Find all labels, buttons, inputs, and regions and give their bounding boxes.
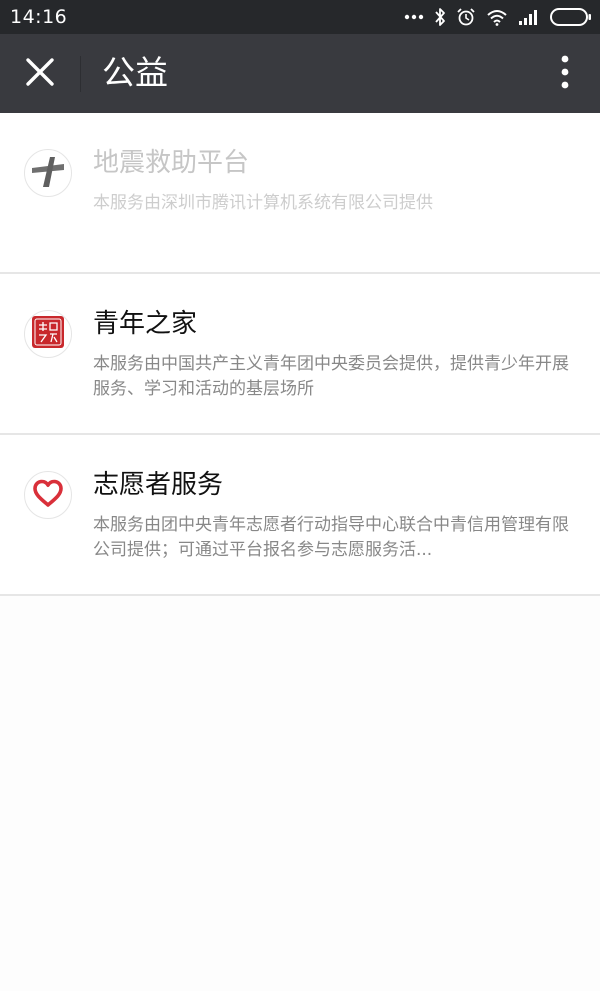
youth-home-logo (24, 310, 72, 358)
more-dots-icon (404, 13, 424, 21)
service-item-earthquake-relief[interactable]: 地震救助平台 本服务由深圳市腾讯计算机系统有限公司提供 (0, 113, 600, 274)
service-description: 本服务由深圳市腾讯计算机系统有限公司提供 (93, 193, 433, 213)
service-description: 本服务由团中央青年志愿者行动指导中心联合中青信用管理有限公司提供；可通过平台报名… (93, 515, 569, 560)
service-description: 本服务由中国共产主义青年团中央委员会提供，提供青少年开展服务、学习和活动的基层场… (93, 354, 569, 399)
youth-home-icon (32, 316, 64, 352)
alarm-icon (456, 7, 476, 27)
earthquake-relief-icon (28, 151, 68, 195)
title-divider (80, 56, 81, 92)
screen: 14:16 公益 地震救助平台 本服务由深圳市腾讯计算机系统有限公司提供 青年之… (0, 0, 600, 991)
more-button[interactable] (548, 50, 582, 98)
signal-icon (518, 9, 540, 25)
volunteer-service-logo (24, 471, 72, 519)
battery-icon (550, 8, 592, 26)
service-list: 地震救助平台 本服务由深圳市腾讯计算机系统有限公司提供 青年之家 本服务由中国共… (0, 113, 600, 596)
title-bar: 公益 (0, 34, 600, 113)
service-name: 地震救助平台 (93, 148, 250, 178)
status-icons (404, 4, 592, 30)
close-button[interactable] (14, 48, 66, 100)
more-vertical-icon (561, 55, 569, 93)
service-item-volunteer-service[interactable]: 志愿者服务 本服务由团中央青年志愿者行动指导中心联合中青信用管理有限公司提供；可… (0, 435, 600, 596)
bluetooth-icon (434, 7, 446, 27)
page-title: 公益 (102, 53, 168, 92)
service-name: 青年之家 (93, 309, 198, 339)
wifi-icon (486, 8, 508, 26)
status-time: 14:16 (10, 6, 68, 28)
earthquake-relief-logo (24, 149, 72, 197)
close-icon (25, 57, 55, 91)
heart-icon (32, 478, 64, 512)
status-bar: 14:16 (0, 0, 600, 34)
service-name: 志愿者服务 (93, 470, 224, 500)
service-item-youth-home[interactable]: 青年之家 本服务由中国共产主义青年团中央委员会提供，提供青少年开展服务、学习和活… (0, 274, 600, 435)
